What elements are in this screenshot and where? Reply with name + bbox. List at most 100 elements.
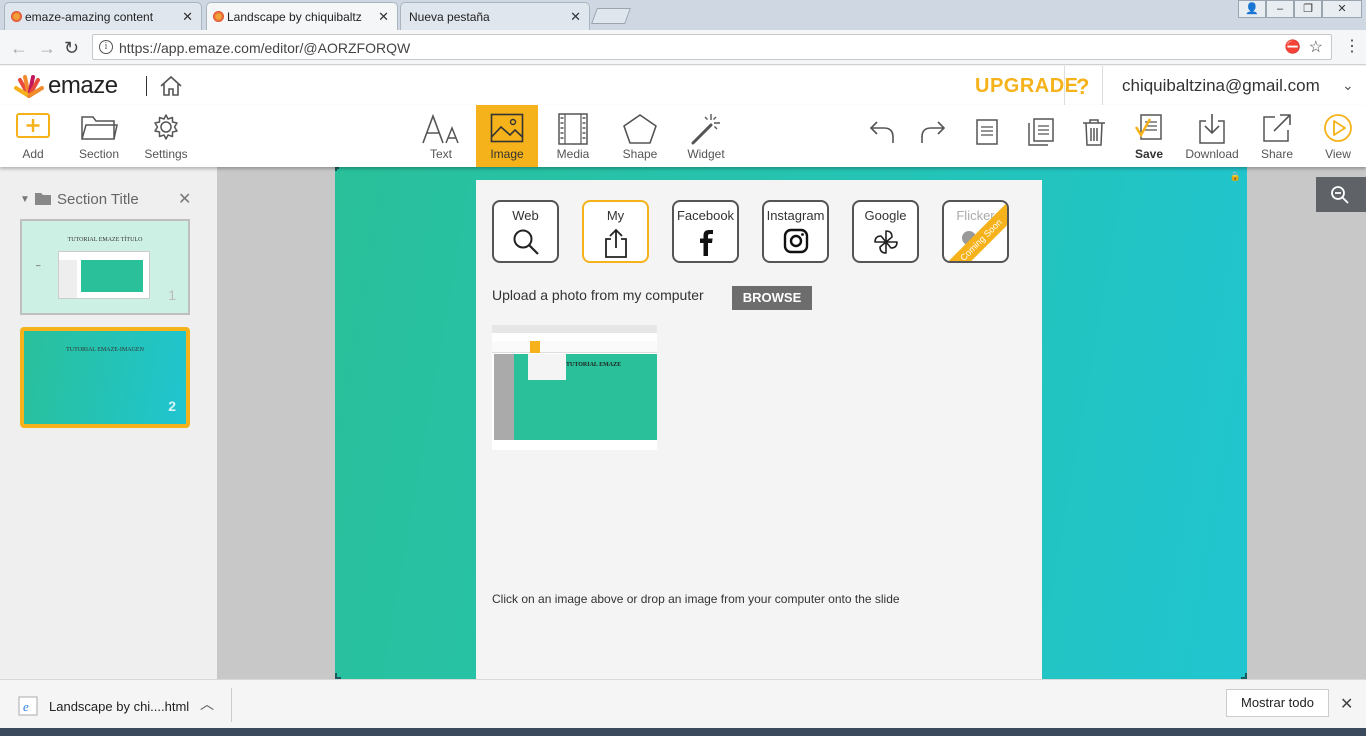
undo-icon bbox=[869, 121, 894, 143]
close-download-bar-icon[interactable]: ✕ bbox=[1340, 694, 1353, 714]
view-label: View bbox=[1325, 147, 1351, 161]
upload-text: Upload a photo from my computer bbox=[492, 287, 704, 303]
home-icon[interactable] bbox=[158, 75, 184, 97]
tab-title: Landscape by chiquibaltz bbox=[227, 10, 362, 24]
emaze-favicon-icon bbox=[11, 11, 22, 22]
slide-number: 1 bbox=[168, 287, 176, 303]
source-facebook-button[interactable]: Facebook bbox=[672, 200, 739, 263]
back-icon[interactable]: ← bbox=[10, 38, 28, 59]
play-icon bbox=[1324, 114, 1352, 142]
reload-icon[interactable]: ↻ bbox=[64, 38, 79, 59]
download-icon bbox=[1199, 114, 1225, 144]
chevron-up-icon[interactable]: ︿ bbox=[200, 694, 214, 714]
zoom-button[interactable] bbox=[1316, 177, 1366, 212]
show-all-button[interactable]: Mostrar todo bbox=[1226, 689, 1329, 717]
notes-button[interactable] bbox=[956, 105, 1018, 167]
restore-icon[interactable]: ❐ bbox=[1294, 0, 1322, 18]
browser-tab[interactable]: emaze-amazing content ✕ bbox=[4, 2, 202, 30]
source-web-button[interactable]: Web bbox=[492, 200, 559, 263]
media-label: Media bbox=[556, 147, 590, 161]
slide-thumbnail-screenshot bbox=[58, 251, 150, 299]
text-button[interactable]: Text bbox=[410, 105, 472, 167]
text-icon bbox=[422, 113, 459, 144]
new-tab-button[interactable] bbox=[591, 8, 631, 24]
section-label: Section bbox=[78, 147, 120, 161]
help-button[interactable]: ? bbox=[1076, 74, 1089, 100]
close-tab-icon[interactable]: ✕ bbox=[570, 9, 581, 25]
browse-button[interactable]: BROWSE bbox=[732, 286, 812, 310]
download-button[interactable]: Download bbox=[1181, 105, 1243, 167]
save-icon bbox=[1134, 114, 1162, 140]
magic-wand-icon bbox=[691, 114, 720, 145]
browser-tab-active[interactable]: Landscape by chiquibaltz ✕ bbox=[206, 2, 398, 30]
slide-thumbnail-1[interactable]: TUTORIAL EMAZE TÍTULO – 1 bbox=[20, 219, 190, 315]
share-button[interactable]: Share bbox=[1246, 105, 1308, 167]
delete-button[interactable] bbox=[1063, 105, 1125, 167]
divider bbox=[146, 76, 147, 96]
downloaded-file-name[interactable]: Landscape by chi....html bbox=[49, 699, 189, 714]
menu-icon[interactable]: ⋮ bbox=[1344, 36, 1360, 56]
close-tab-icon[interactable]: ✕ bbox=[182, 9, 193, 25]
save-button[interactable]: Save bbox=[1118, 105, 1180, 167]
chevron-down-icon[interactable]: ⌄ bbox=[1342, 77, 1354, 94]
shape-button[interactable]: Shape bbox=[609, 105, 671, 167]
thumb-panel bbox=[528, 354, 566, 380]
ie-file-icon: e bbox=[18, 696, 38, 716]
view-button[interactable]: View bbox=[1307, 105, 1366, 167]
section-title[interactable]: Section Title bbox=[57, 191, 139, 208]
url-input[interactable]: i https://app.emaze.com/editor/@AORZFORQ… bbox=[92, 34, 1332, 60]
slide-corner-handle[interactable] bbox=[335, 167, 339, 171]
close-section-icon[interactable]: ✕ bbox=[178, 189, 191, 209]
close-window-icon[interactable]: ✕ bbox=[1322, 0, 1362, 18]
widget-button[interactable]: Widget bbox=[675, 105, 737, 167]
slides-sidebar: ▼ Section Title ✕ TUTORIAL EMAZE TÍTULO … bbox=[0, 167, 235, 679]
section-button[interactable]: Section bbox=[68, 105, 130, 167]
user-email[interactable]: chiquibaltzina@gmail.com bbox=[1122, 76, 1320, 96]
source-label: Facebook bbox=[676, 208, 735, 223]
thumb-slide-title: TUTORIAL EMAZE bbox=[566, 362, 622, 368]
source-my-button[interactable]: My bbox=[582, 200, 649, 263]
thumb-selected-tool bbox=[530, 341, 540, 353]
info-icon[interactable]: i bbox=[99, 40, 113, 54]
emaze-favicon-icon bbox=[213, 11, 224, 22]
widget-label: Widget bbox=[687, 147, 725, 161]
blocked-icon[interactable]: ⛔ bbox=[1285, 39, 1301, 55]
image-source-panel: Web My Facebook Instagram Google Flicker… bbox=[476, 180, 1042, 679]
browser-tab-bar: emaze-amazing content ✕ Landscape by chi… bbox=[0, 0, 1366, 30]
download-label: Download bbox=[1185, 147, 1239, 161]
thumb-sidebar bbox=[59, 260, 77, 298]
thumb-toolbar bbox=[492, 341, 657, 353]
emaze-logo-icon bbox=[14, 75, 44, 98]
browser-tab[interactable]: Nueva pestaña ✕ bbox=[400, 2, 590, 30]
source-instagram-button[interactable]: Instagram bbox=[762, 200, 829, 263]
media-button[interactable]: Media bbox=[542, 105, 604, 167]
shape-label: Shape bbox=[622, 147, 658, 161]
tab-title: Nueva pestaña bbox=[409, 10, 490, 24]
add-button[interactable]: Add bbox=[2, 105, 64, 167]
image-button[interactable]: Image bbox=[476, 105, 538, 167]
app-header: emaze UPGRADE ? chiquibaltzina@gmail.com… bbox=[0, 66, 1366, 106]
trash-icon bbox=[1083, 119, 1105, 146]
lock-icon[interactable]: 🔒 bbox=[1230, 171, 1241, 182]
divider bbox=[1064, 66, 1065, 106]
close-tab-icon[interactable]: ✕ bbox=[378, 9, 389, 25]
facebook-icon bbox=[699, 230, 713, 256]
instagram-icon bbox=[783, 228, 808, 254]
thumb-slide-area bbox=[81, 260, 143, 292]
zoom-out-icon bbox=[1331, 186, 1349, 204]
forward-icon[interactable]: → bbox=[38, 38, 56, 59]
settings-button[interactable]: Settings bbox=[135, 105, 197, 167]
pentagon-icon bbox=[623, 114, 657, 144]
film-icon bbox=[558, 113, 588, 145]
source-label: Web bbox=[512, 208, 539, 223]
image-label: Image bbox=[490, 147, 524, 161]
uploaded-image-thumbnail[interactable]: TUTORIAL EMAZE bbox=[492, 325, 657, 450]
upgrade-button[interactable]: UPGRADE bbox=[975, 75, 1079, 98]
address-bar: ← → ↻ i https://app.emaze.com/editor/@AO… bbox=[0, 30, 1366, 65]
slide-thumbnail-2[interactable]: TUTORIAL EMAZE-IMAGEN 2 bbox=[20, 327, 190, 428]
source-google-button[interactable]: Google bbox=[852, 200, 919, 263]
minimize-icon[interactable]: – bbox=[1266, 0, 1294, 18]
user-icon[interactable]: 👤 bbox=[1238, 0, 1266, 18]
bookmark-star-icon[interactable]: ☆ bbox=[1309, 37, 1323, 57]
collapse-triangle-icon[interactable]: ▼ bbox=[20, 194, 30, 205]
